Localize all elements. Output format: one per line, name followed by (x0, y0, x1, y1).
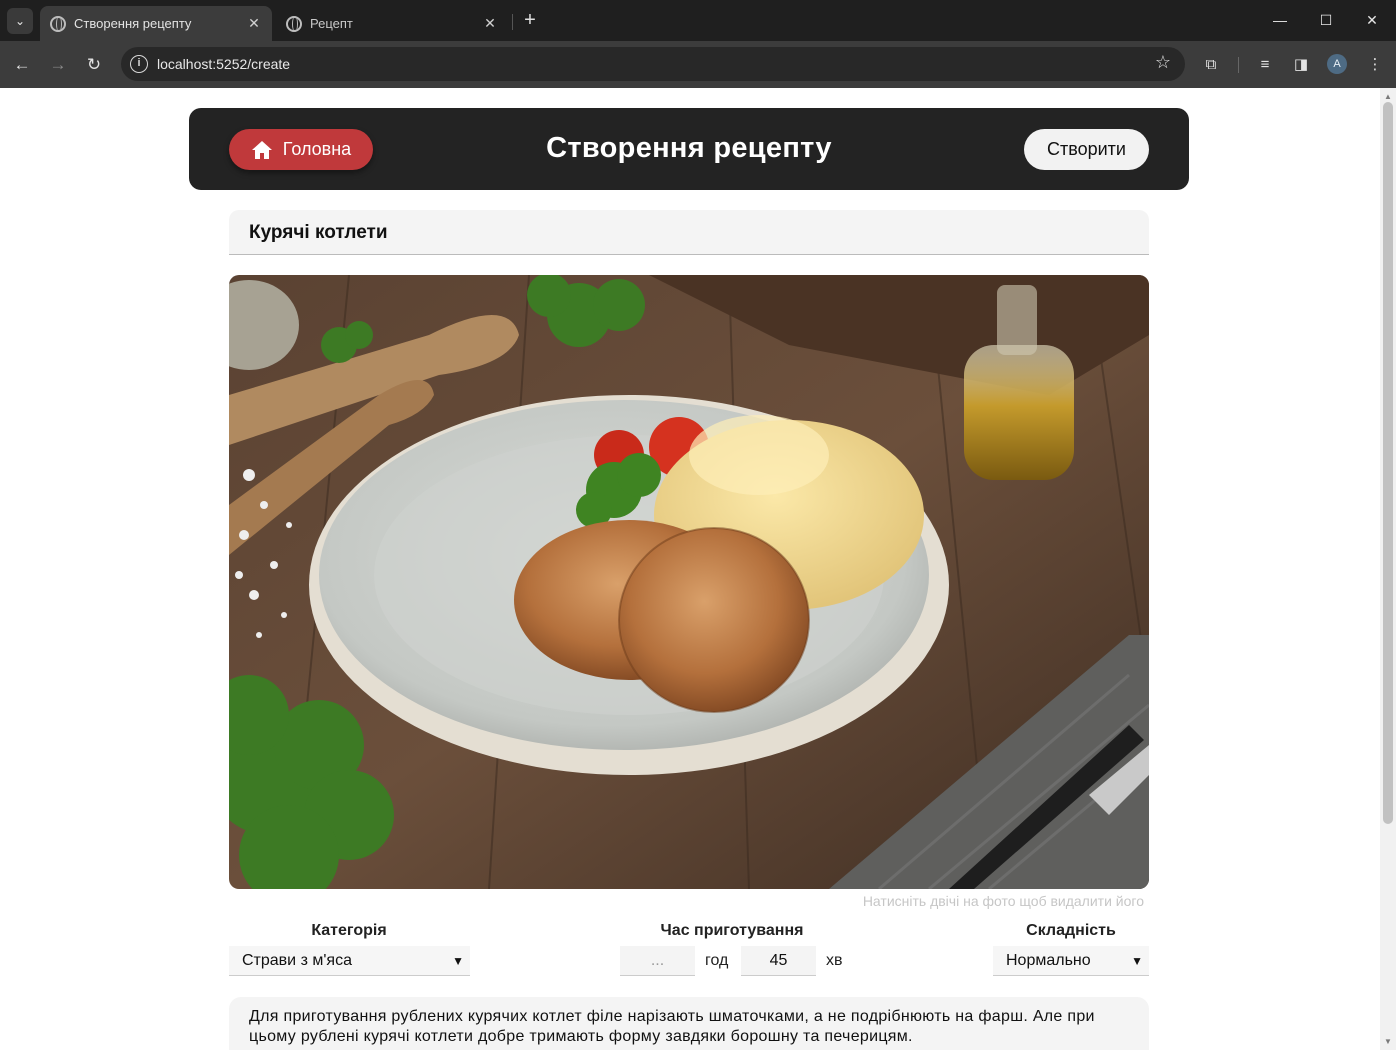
browser-tab-bar: ⌄ Створення рецепту ✕ Рецепт ✕ + — ☐ ✕ (0, 0, 1396, 41)
scroll-down-icon[interactable]: ▼ (1384, 1037, 1392, 1046)
hours-unit: год (705, 952, 729, 969)
chevron-down-icon: ▼ (452, 954, 464, 968)
scroll-up-icon[interactable]: ▲ (1384, 92, 1392, 101)
reload-icon[interactable]: ↻ (81, 52, 107, 78)
globe-icon (286, 15, 302, 32)
scrollbar-thumb[interactable] (1383, 102, 1393, 824)
photo-hint: Натисніть двічі на фото щоб видалити йог… (862, 893, 1144, 909)
tab-create-recipe[interactable]: Створення рецепту ✕ (40, 6, 272, 41)
tab-title: Створення рецепту (74, 16, 192, 31)
difficulty-select-value: Нормально (1006, 952, 1091, 969)
difficulty-label: Складність (1026, 922, 1116, 939)
create-button[interactable]: Створити (1024, 129, 1149, 170)
tab-title: Рецепт (310, 16, 353, 31)
toolbar-separator (1238, 57, 1239, 73)
site-info-icon[interactable]: i (130, 55, 148, 73)
difficulty-select[interactable]: Нормально ▼ (993, 946, 1149, 976)
app-header: Головна Створення рецепту Створити (189, 108, 1189, 190)
side-panel-icon[interactable]: ◨ (1289, 53, 1313, 77)
category-select[interactable]: Страви з м'яса ▼ (229, 946, 470, 976)
tab-recipe[interactable]: Рецепт ✕ (276, 6, 508, 41)
bookmark-star-icon[interactable]: ☆ (1155, 52, 1171, 73)
hours-input[interactable]: ... (620, 946, 695, 976)
back-icon[interactable]: ← (9, 52, 35, 78)
category-label: Категорія (311, 922, 387, 939)
maximize-icon[interactable]: ☐ (1311, 8, 1341, 32)
browser-toolbar: ← → ↻ i localhost:5252/create ☆ ⧉ ≡ ◨ A … (0, 41, 1396, 88)
recipe-name-input[interactable]: Курячі котлети (229, 210, 1149, 255)
recipe-photo[interactable] (229, 275, 1149, 889)
forward-icon[interactable]: → (45, 52, 71, 78)
page-viewport: Головна Створення рецепту Створити Куряч… (0, 88, 1380, 1050)
close-window-icon[interactable]: ✕ (1357, 8, 1387, 32)
page-scrollbar[interactable]: ▲ ▼ (1380, 88, 1396, 1050)
tab-divider (512, 14, 513, 30)
new-tab-button[interactable]: + (519, 9, 541, 31)
profile-avatar[interactable]: A (1327, 54, 1347, 74)
minimize-icon[interactable]: — (1265, 8, 1295, 32)
extensions-icon[interactable]: ⧉ (1199, 53, 1223, 77)
menu-icon[interactable]: ⋮ (1363, 53, 1387, 77)
close-icon[interactable]: ✕ (244, 15, 264, 32)
media-controls-icon[interactable]: ≡ (1253, 53, 1277, 77)
minutes-unit: хв (826, 952, 843, 969)
address-bar[interactable]: i localhost:5252/create ☆ (121, 47, 1185, 81)
close-icon[interactable]: ✕ (480, 15, 500, 32)
url-text[interactable]: localhost:5252/create (157, 56, 290, 72)
cook-time-label: Час приготування (660, 922, 804, 939)
description-textarea[interactable]: Для приготування рублених курячих котлет… (229, 997, 1149, 1050)
chevron-down-icon: ▼ (1131, 954, 1143, 968)
tab-search-icon[interactable]: ⌄ (7, 8, 33, 34)
globe-icon (50, 15, 66, 32)
minutes-input[interactable]: 45 (741, 946, 816, 976)
recipe-photo-image (229, 275, 1149, 889)
category-select-value: Страви з м'яса (242, 952, 352, 969)
